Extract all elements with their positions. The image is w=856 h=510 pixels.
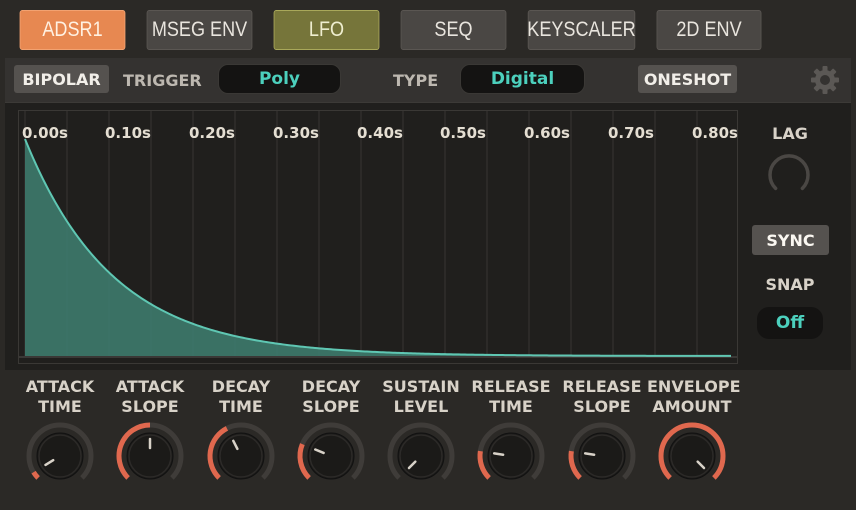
knob-label-attack-slope: ATTACK SLOPE (115, 377, 185, 416)
knob-label-decay-time: DECAY TIME (211, 377, 271, 416)
tab-bar: ADSR1 MSEG ENV LFO SEQ KEYSCALER 2D ENV (0, 0, 856, 56)
time-tick-8: 0.80s (692, 124, 738, 142)
knob-indicator (583, 452, 596, 456)
envelope-curve[interactable] (19, 111, 737, 363)
knob-value-arc (31, 470, 40, 480)
trigger-select[interactable]: Poly (218, 64, 341, 94)
time-tick-7: 0.70s (608, 124, 654, 142)
gear-icon[interactable] (808, 63, 842, 97)
envelope-panel: 0.00s 0.10s 0.20s 0.30s 0.40s 0.50s 0.60… (5, 103, 851, 370)
envelope-graph[interactable]: 0.00s 0.10s 0.20s 0.30s 0.40s 0.50s 0.60… (18, 110, 738, 364)
time-tick-3: 0.30s (273, 124, 319, 142)
sync-button[interactable]: SYNC (752, 225, 829, 255)
knob-label-release-slope: RELEASE SLOPE (562, 377, 642, 416)
time-tick-5: 0.50s (440, 124, 486, 142)
tab-mseg-env[interactable]: MSEG ENV (146, 10, 253, 50)
type-select[interactable]: Digital (460, 64, 585, 94)
time-tick-4: 0.40s (357, 124, 403, 142)
knob-value-arc (297, 443, 311, 480)
tab-seq[interactable]: SEQ (400, 10, 507, 50)
tab-2d-env[interactable]: 2D ENV (656, 10, 762, 50)
time-tick-0: 0.00s (22, 124, 68, 142)
tab-keyscaler[interactable]: KEYSCALER (527, 10, 636, 50)
lag-knob[interactable] (766, 152, 812, 198)
bipolar-button[interactable]: BIPOLAR (14, 65, 109, 93)
envelope-amount-knob[interactable] (657, 421, 727, 491)
knob-label-decay-slope: DECAY SLOPE (301, 377, 361, 416)
release-slope-knob[interactable] (567, 421, 637, 491)
lag-label: LAG (772, 124, 808, 143)
envelope-toolbar: BIPOLAR TRIGGER Poly TYPE Digital ONESHO… (5, 58, 851, 103)
attack-slope-knob[interactable] (115, 421, 185, 491)
knob-label-sustain-level: SUSTAIN LEVEL (382, 377, 460, 416)
knob-label-envelope-amount: ENVELOPE AMOUNT (647, 377, 741, 416)
tab-adsr1[interactable]: ADSR1 (19, 10, 126, 50)
decay-slope-knob[interactable] (296, 421, 366, 491)
type-label: TYPE (393, 71, 439, 90)
snap-select[interactable]: Off (757, 307, 823, 339)
attack-time-knob[interactable] (25, 421, 95, 491)
knob-label-attack-time: ATTACK TIME (25, 377, 95, 416)
knob-label-release-time: RELEASE TIME (471, 377, 551, 416)
time-tick-2: 0.20s (189, 124, 235, 142)
decay-time-knob[interactable] (206, 421, 276, 491)
time-tick-1: 0.10s (105, 124, 151, 142)
release-time-knob[interactable] (476, 421, 546, 491)
tab-lfo[interactable]: LFO (273, 10, 380, 50)
trigger-label: TRIGGER (123, 71, 202, 90)
time-tick-6: 0.60s (524, 124, 570, 142)
knob-indicator (492, 452, 505, 456)
oneshot-button[interactable]: ONESHOT (638, 65, 737, 93)
sustain-level-knob[interactable] (386, 421, 456, 491)
snap-label: SNAP (765, 275, 815, 294)
knob-row: ATTACK TIME ATTACK SLOPE DECAY TIME DECAY SL… (5, 371, 851, 504)
envelope-fill (25, 139, 731, 356)
